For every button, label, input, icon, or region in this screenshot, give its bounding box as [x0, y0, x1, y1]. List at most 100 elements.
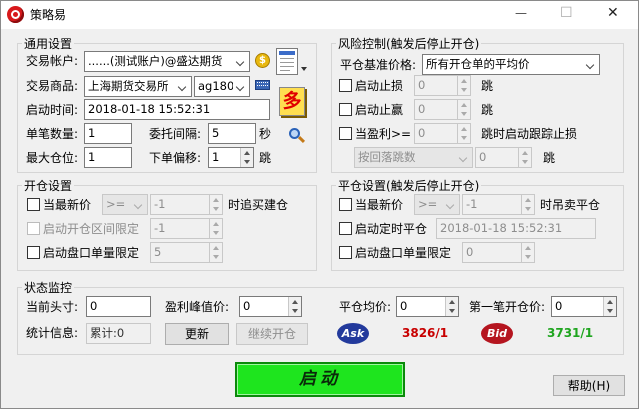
- position-label: 当前头寸:: [26, 300, 79, 314]
- order-offset-stepper[interactable]: 1: [208, 147, 254, 168]
- document-icon[interactable]: [276, 48, 298, 75]
- spin-arrows-icon[interactable]: [445, 297, 458, 316]
- chevron-down-icon: [175, 77, 191, 96]
- close-avg-value: 0: [400, 299, 408, 313]
- bid-bubble-icon: Bid: [481, 323, 513, 344]
- pullback-stepper[interactable]: 0: [475, 147, 532, 168]
- stop-loss-stepper[interactable]: 0: [414, 75, 471, 96]
- bid-value: 3731/1: [547, 326, 594, 340]
- open-range-limit-checkbox[interactable]: [27, 222, 40, 235]
- spin-arrows-icon[interactable]: [240, 148, 253, 167]
- base-price-select[interactable]: 所有开仓单的平均价: [422, 54, 600, 75]
- maximize-button[interactable]: ☐: [560, 6, 573, 20]
- spin-arrows-icon[interactable]: [209, 243, 222, 262]
- app-window: 策略易 — ☐ ✕ 通用设置 交易帐户: ......(测试账户)@盛达期货 $…: [0, 0, 639, 409]
- open-action-label: 时追买建仓: [228, 198, 289, 212]
- spin-arrows-icon[interactable]: [521, 243, 534, 262]
- start-time-input[interactable]: 2018-01-18 15:52:31: [84, 99, 270, 120]
- help-button[interactable]: 帮助(H): [553, 375, 625, 396]
- open-price-stepper[interactable]: -1: [150, 194, 223, 215]
- spin-arrows-icon[interactable]: [457, 124, 470, 143]
- position-field[interactable]: 0: [86, 296, 151, 317]
- direction-long-label: 多: [280, 88, 304, 115]
- take-profit-label: 启动止赢: [355, 103, 404, 117]
- coin-icon[interactable]: $: [255, 53, 270, 68]
- close-operator-select[interactable]: >=: [414, 194, 460, 215]
- start-button-label: 启动: [299, 369, 341, 389]
- refresh-button[interactable]: 更新: [165, 323, 229, 345]
- dropdown-arrow-icon[interactable]: [301, 67, 307, 74]
- chevron-down-icon: [233, 77, 249, 96]
- single-qty-input[interactable]: 1: [84, 123, 132, 144]
- peak-price-stepper[interactable]: 0: [239, 296, 302, 317]
- trailing-stop-stepper[interactable]: 0: [414, 123, 471, 144]
- spin-arrows-icon[interactable]: [457, 76, 470, 95]
- spin-arrows-icon[interactable]: [603, 297, 616, 316]
- app-logo-icon: [7, 6, 24, 23]
- account-select[interactable]: ......(测试账户)@盛达期货: [84, 51, 250, 72]
- close-latest-price-checkbox[interactable]: [339, 198, 352, 211]
- open-operator-select[interactable]: >=: [102, 194, 148, 215]
- exchange-select[interactable]: 上海期货交易所: [84, 76, 192, 97]
- open-single-limit-value: 5: [154, 245, 162, 259]
- close-price-stepper[interactable]: -1: [462, 194, 535, 215]
- start-button[interactable]: 启动: [235, 362, 405, 397]
- open-range-limit-value: -1: [154, 221, 166, 235]
- spin-arrows-icon[interactable]: [288, 297, 301, 316]
- open-single-limit-checkbox[interactable]: [27, 246, 40, 259]
- close-single-limit-checkbox[interactable]: [339, 246, 352, 259]
- spin-arrows-icon[interactable]: [209, 219, 222, 238]
- order-interval-unit: 秒: [259, 127, 272, 141]
- direction-long-button[interactable]: 多: [279, 87, 305, 116]
- open-latest-price-checkbox[interactable]: [27, 198, 40, 211]
- open-settings-title: 开仓设置: [22, 179, 75, 193]
- open-range-limit-stepper[interactable]: -1: [150, 218, 223, 239]
- order-offset-value: 1: [212, 150, 220, 164]
- close-button[interactable]: ✕: [607, 6, 619, 20]
- bid-label: Bid: [486, 327, 508, 340]
- close-avg-stepper[interactable]: 0: [396, 296, 459, 317]
- close-avg-label: 平仓均价:: [339, 300, 392, 314]
- search-icon[interactable]: [289, 128, 306, 144]
- spin-arrows-icon[interactable]: [209, 195, 222, 214]
- base-price-value: 所有开仓单的平均价: [426, 57, 530, 71]
- pullback-value: 0: [479, 150, 487, 164]
- trailing-stop-checkbox[interactable]: [339, 127, 352, 140]
- take-profit-checkbox[interactable]: [339, 103, 352, 116]
- ask-bubble-icon: Ask: [337, 323, 369, 344]
- open-single-limit-stepper[interactable]: 5: [150, 242, 223, 263]
- close-operator-value: >=: [418, 197, 438, 211]
- close-single-limit-stepper[interactable]: 0: [462, 242, 535, 263]
- base-price-label: 平仓基准价格:: [340, 58, 417, 72]
- continue-open-button[interactable]: 继续开仓: [236, 323, 308, 345]
- order-offset-label: 下单偏移:: [149, 151, 202, 165]
- pullback-unit: 跳: [543, 151, 556, 165]
- stop-loss-label: 启动止损: [355, 79, 404, 93]
- open-single-limit-label: 启动盘口单量限定: [43, 246, 140, 260]
- stop-loss-checkbox[interactable]: [339, 79, 352, 92]
- window-title: 策略易: [30, 8, 67, 22]
- trailing-stop-value: 0: [418, 126, 426, 140]
- spin-arrows-icon[interactable]: [521, 195, 534, 214]
- keyboard-icon[interactable]: [255, 80, 270, 90]
- open-price-value: -1: [154, 197, 166, 211]
- stats-field[interactable]: 累计:0: [86, 323, 151, 344]
- close-single-limit-value: 0: [466, 245, 474, 259]
- chevron-down-icon: [583, 55, 599, 74]
- chevron-down-icon: [443, 195, 459, 214]
- single-qty-label: 单笔数量:: [26, 127, 79, 141]
- spin-arrows-icon[interactable]: [518, 148, 531, 167]
- take-profit-stepper[interactable]: 0: [414, 99, 471, 120]
- max-position-input[interactable]: 1: [84, 147, 132, 168]
- close-timed-input[interactable]: 2018-01-18 15:52:31: [436, 218, 596, 239]
- spin-arrows-icon[interactable]: [457, 100, 470, 119]
- close-timed-checkbox[interactable]: [339, 222, 352, 235]
- first-open-price-stepper[interactable]: 0: [551, 296, 617, 317]
- order-interval-input[interactable]: 5: [208, 123, 256, 144]
- first-open-price-value: 0: [555, 299, 563, 313]
- minimize-button[interactable]: —: [515, 6, 527, 20]
- pullback-mode-select[interactable]: 按回落跳数: [354, 147, 473, 168]
- contract-select[interactable]: ag1802: [194, 76, 250, 97]
- order-offset-unit: 跳: [259, 151, 272, 165]
- trailing-stop-suffix: 跳时启动跟踪止损: [481, 127, 578, 141]
